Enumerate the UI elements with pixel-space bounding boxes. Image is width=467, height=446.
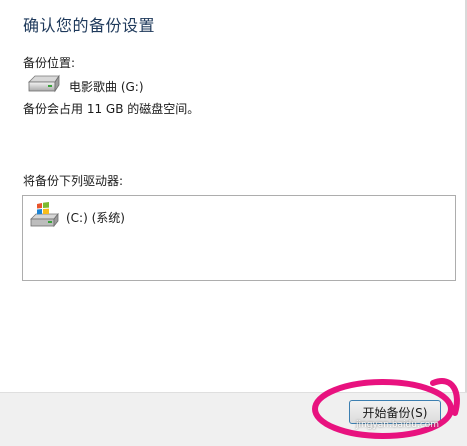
- drives-list-label: 将备份下列驱动器:: [23, 174, 124, 188]
- windows-drive-icon: [28, 202, 60, 232]
- backup-drive-name: 电影歌曲 (G:): [69, 79, 144, 94]
- drives-list[interactable]: (C:) (系统): [22, 195, 456, 281]
- backup-settings-page: 确认您的备份设置 备份位置: 电影歌曲 (G:) 备份会占用 11 GB 的磁盘…: [0, 0, 467, 446]
- list-item-label: (C:) (系统): [66, 210, 125, 225]
- page-title: 确认您的备份设置: [23, 16, 156, 35]
- external-drive-icon: [25, 73, 61, 99]
- backup-space-note: 备份会占用 11 GB 的磁盘空间。: [23, 102, 200, 116]
- backup-location-drive: 电影歌曲 (G:): [25, 74, 144, 98]
- backup-location-label: 备份位置:: [23, 56, 76, 70]
- list-item[interactable]: (C:) (系统): [28, 202, 125, 232]
- watermark: jingyan.baidu.com: [356, 420, 440, 430]
